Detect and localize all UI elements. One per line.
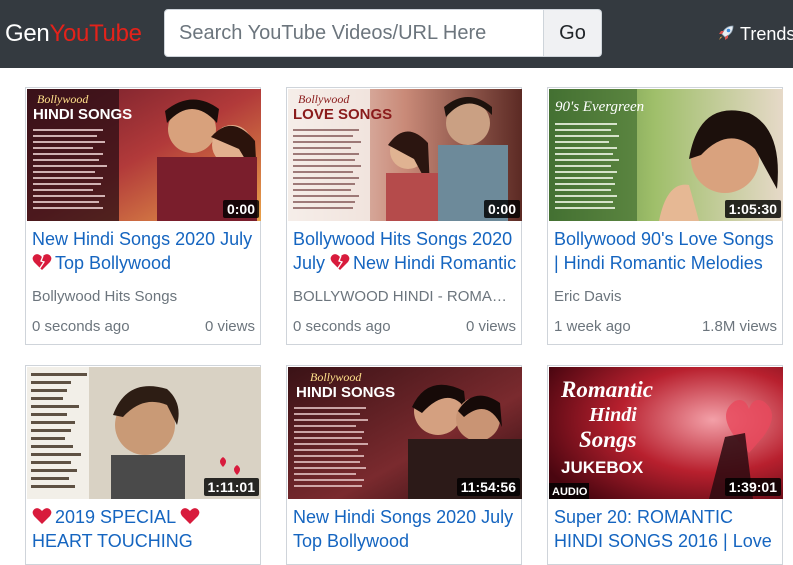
- video-duration: 1:11:01: [203, 478, 259, 496]
- title-text: Bollywood Hits Songs 2020: [293, 229, 513, 249]
- thumb-heading-2: Hindi: [588, 404, 637, 426]
- heart-icon: [32, 254, 52, 270]
- video-title[interactable]: New Hindi Songs 2020 July Top Bollywood: [32, 227, 258, 275]
- video-title[interactable]: 2019 SPECIAL HEART TOUCHING JUKEBOX: [32, 505, 258, 553]
- video-thumbnail[interactable]: Romantic Hindi Songs JUKEBOX AUDIO 1:39:…: [549, 367, 783, 499]
- heart-icon: [32, 508, 52, 524]
- channel-name[interactable]: Bollywood Hits Songs: [32, 287, 256, 307]
- video-thumbnail[interactable]: Bollywood HINDI SONGS 11:54:56: [288, 367, 522, 499]
- title-text-2: Top Bollywood: [55, 253, 172, 273]
- search-input[interactable]: [164, 9, 544, 57]
- video-title[interactable]: Bollywood Hits Songs 2020 July New Hindi …: [293, 227, 519, 275]
- thumb-badge: JUKEBOX: [561, 458, 644, 477]
- trends-label: Trends: [740, 24, 793, 44]
- title-text: 2019 SPECIAL: [55, 507, 176, 527]
- video-duration: 1:39:01: [724, 478, 781, 496]
- video-card[interactable]: Bollywood HINDI SONGS 0:00 New Hindi Son…: [25, 87, 261, 345]
- thumb-heading-2: HINDI SONGS: [296, 384, 395, 401]
- brand-youtube: YouTube: [49, 20, 142, 47]
- video-card[interactable]: Bollywood HINDI SONGS 11:54:56 New Hindi…: [286, 365, 522, 565]
- channel-name[interactable]: Eric Davis: [554, 287, 778, 307]
- video-card[interactable]: 1:11:01 2019 SPECIAL HEART TOUCHING JUKE…: [25, 365, 261, 565]
- thumb-heading-1: 90's Evergreen: [555, 99, 644, 115]
- view-count: 0 views: [204, 318, 255, 335]
- thumb-corner-label: AUDIO: [552, 486, 588, 498]
- video-title[interactable]: New Hindi Songs 2020 July Top Bollywood: [293, 505, 519, 553]
- video-thumbnail[interactable]: Bollywood HINDI SONGS 0:00: [27, 89, 261, 221]
- video-card[interactable]: 90's Evergreen 1:05:30 Bollywood 90's Lo…: [547, 87, 783, 345]
- video-thumbnail[interactable]: 90's Evergreen 1:05:30: [549, 89, 783, 221]
- heart-icon: [330, 254, 350, 270]
- view-count: 0 views: [465, 318, 516, 335]
- video-thumbnail[interactable]: 1:11:01: [27, 367, 261, 499]
- thumb-heading-2: LOVE SONGS: [293, 106, 392, 123]
- view-count: 1.8M views: [701, 318, 777, 335]
- thumb-heading-1: Bollywood: [298, 92, 350, 106]
- video-duration: 1:05:30: [724, 200, 781, 218]
- upload-age: 1 week ago: [554, 318, 631, 335]
- search-group: Go: [164, 9, 602, 57]
- thumb-heading-1: Romantic: [560, 377, 653, 402]
- brand-logo[interactable]: GenYouTube: [5, 18, 142, 50]
- top-navbar: GenYouTube Go Trends: [0, 0, 793, 68]
- title-text: New Hindi Songs 2020 July: [32, 229, 253, 249]
- video-duration: 0:00: [483, 200, 520, 218]
- thumb-heading-1: Bollywood: [37, 92, 89, 106]
- thumb-heading-1: Bollywood: [310, 370, 362, 384]
- trends-link[interactable]: Trends: [716, 22, 793, 46]
- video-card[interactable]: Bollywood LOVE SONGS 0:00 Bollywood Hits…: [286, 87, 522, 345]
- thumb-heading-3: Songs: [579, 427, 637, 452]
- title-text-mid: July: [293, 253, 326, 273]
- video-card[interactable]: Romantic Hindi Songs JUKEBOX AUDIO 1:39:…: [547, 365, 783, 565]
- video-thumbnail[interactable]: Bollywood LOVE SONGS 0:00: [288, 89, 522, 221]
- upload-age: 0 seconds ago: [32, 318, 130, 335]
- brand-gen: Gen: [5, 20, 50, 47]
- video-duration: 0:00: [222, 200, 259, 218]
- video-duration: 11:54:56: [456, 478, 520, 496]
- heart-icon: [181, 508, 200, 524]
- video-title[interactable]: Bollywood 90's Love Songs | Hindi Romant…: [554, 227, 780, 275]
- upload-age: 0 seconds ago: [293, 318, 391, 335]
- video-title[interactable]: Super 20: ROMANTIC HINDI SONGS 2016 | Lo…: [554, 505, 780, 553]
- channel-name[interactable]: BOLLYWOOD HINDI - ROMANTIC SONGS: [293, 287, 517, 307]
- thumb-heading-2: HINDI SONGS: [33, 106, 132, 123]
- title-text-2: HEART TOUCHING JUKEBOX: [32, 531, 193, 551]
- title-text-2: New Hindi Romantic: [353, 253, 517, 273]
- go-button[interactable]: Go: [544, 9, 602, 57]
- rocket-icon: [719, 25, 734, 40]
